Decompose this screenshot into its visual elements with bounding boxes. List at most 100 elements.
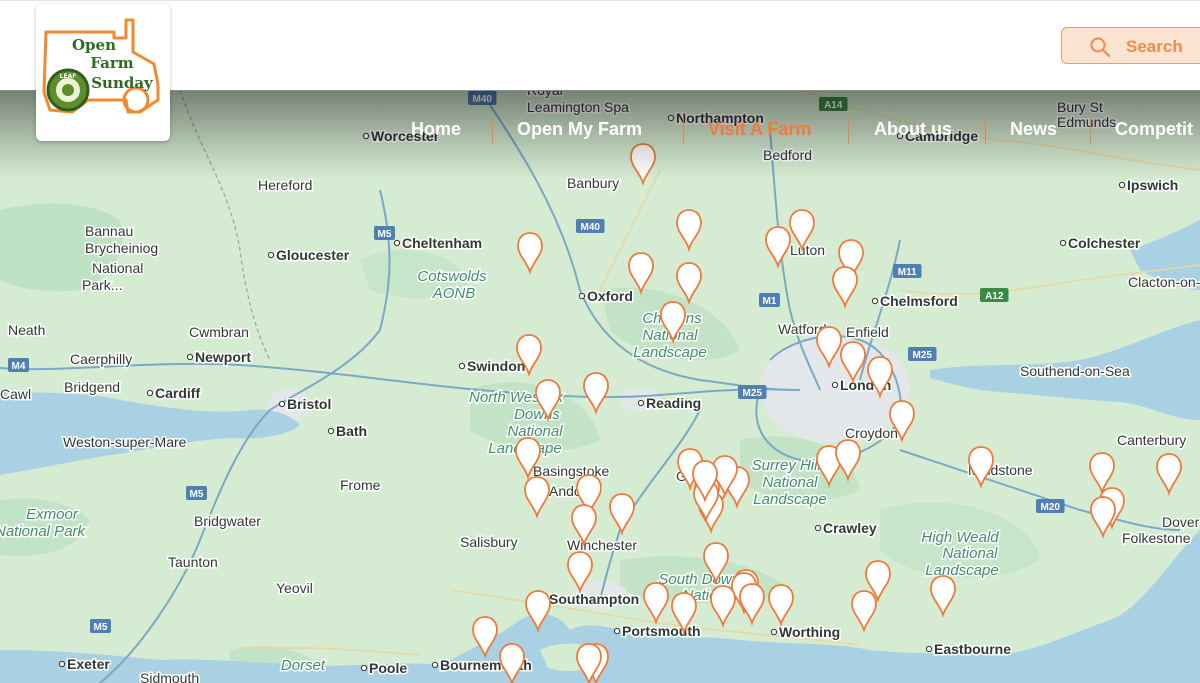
- place-label: Cawl: [0, 386, 31, 402]
- place-label: National: [92, 260, 143, 276]
- top-bar: [0, 0, 1200, 91]
- road-shield-label: M20: [1041, 502, 1061, 513]
- road-shield-label: A12: [985, 291, 1004, 302]
- place-label: Gloucester: [276, 247, 350, 263]
- place-label: National: [942, 545, 998, 562]
- place-label: Ipswich: [1127, 177, 1178, 193]
- place-label: Neath: [8, 322, 45, 338]
- place-dot: [186, 353, 194, 361]
- nav-open-my-farm[interactable]: Open My Farm: [517, 119, 642, 140]
- place-label: Newport: [195, 349, 251, 365]
- road-shield-label: M25: [743, 388, 763, 399]
- place-label: Enfield: [846, 324, 889, 340]
- place-label: Basingstoke: [533, 463, 609, 479]
- nav-about-us[interactable]: About us: [874, 119, 952, 140]
- place-dot: [770, 628, 778, 636]
- place-label: National: [507, 423, 563, 440]
- logo-badge-text: LEAF: [60, 73, 77, 80]
- place-label: Southend-on-Sea: [1020, 363, 1130, 379]
- place-label: Taunton: [168, 554, 218, 570]
- nav-separator: [492, 118, 493, 144]
- place-label: Reading: [646, 395, 701, 411]
- place-dot: [578, 292, 586, 300]
- place-dot: [613, 627, 621, 635]
- logo[interactable]: Open Farm Sunday LEAF: [36, 4, 170, 141]
- place-label: Dover: [1162, 514, 1200, 530]
- place-label: Yeovil: [276, 580, 313, 596]
- place-label: Poole: [369, 660, 407, 676]
- place-label: Weston-super-Mare: [63, 434, 187, 450]
- place-label: Portsmouth: [622, 623, 701, 639]
- place-dot: [58, 660, 66, 668]
- nav-separator: [985, 118, 986, 144]
- place-label: Southampton: [549, 591, 639, 607]
- place-label: Crawley: [823, 520, 877, 536]
- place-dot: [431, 661, 439, 669]
- place-label: National: [762, 474, 818, 491]
- logo-line-sunday: Sunday: [91, 74, 154, 92]
- place-label: Winchester: [567, 537, 637, 553]
- place-label: Salisbury: [460, 534, 518, 550]
- place-label: Canterbury: [1117, 432, 1186, 448]
- place-dot: [360, 664, 368, 672]
- place-label: Hereford: [258, 177, 312, 193]
- place-label: Bridgend: [64, 379, 120, 395]
- nav-home[interactable]: Home: [411, 119, 461, 140]
- place-label: Brycheiniog: [85, 240, 158, 256]
- place-label: Colchester: [1068, 235, 1141, 251]
- place-label: AONB: [432, 285, 476, 302]
- place-label: Bridgwater: [194, 513, 261, 529]
- place-dot: [327, 427, 335, 435]
- place-label: Luton: [790, 242, 825, 258]
- place-label: Eastbourne: [934, 641, 1011, 657]
- nav-competitions[interactable]: Competit: [1115, 119, 1193, 140]
- farm-map[interactable]: M40 A14 M5 M40 M11 A12 M1 M4 M25 M25 M5 M20 M5 Royal…: [0, 90, 1200, 683]
- place-label: Exmoor: [26, 506, 79, 523]
- place-label: Landscape: [753, 491, 826, 508]
- place-dot: [267, 251, 275, 259]
- place-label: Oxford: [587, 288, 633, 304]
- place-label: Bannau: [85, 223, 133, 239]
- nav-separator: [848, 118, 849, 144]
- place-label: Landscape: [633, 344, 706, 361]
- nav-news[interactable]: News: [1010, 119, 1057, 140]
- place-label: Cwmbran: [189, 324, 249, 340]
- place-dot: [637, 399, 645, 407]
- main-nav: Home Open My Farm Visit A Farm About us …: [0, 90, 1200, 170]
- place-label: High Weald: [921, 529, 999, 546]
- place-dot: [393, 239, 401, 247]
- place-label: Folkestone: [1122, 530, 1191, 546]
- place-label: Exeter: [67, 656, 110, 672]
- place-dot: [1118, 181, 1126, 189]
- place-dot: [1059, 239, 1067, 247]
- place-label: Croydon: [845, 425, 898, 441]
- open-farm-sunday-logo: Open Farm Sunday LEAF: [42, 18, 160, 114]
- road-shield-label: M5: [378, 229, 392, 240]
- place-dot: [278, 400, 286, 408]
- nav-separator: [1090, 118, 1091, 144]
- place-dot: [146, 389, 154, 397]
- place-label: Chelmsford: [880, 293, 958, 309]
- search-button-label: Search: [1126, 37, 1183, 56]
- road-shield-label: M5: [94, 622, 108, 633]
- place-dot: [871, 297, 879, 305]
- place-label: Cardiff: [155, 385, 200, 401]
- place-label: Caerphilly: [70, 351, 132, 367]
- place-label: Worthing: [779, 624, 840, 640]
- place-label: Sidmouth: [140, 670, 199, 683]
- nav-separator: [683, 118, 684, 144]
- road-shield-label: M25: [913, 350, 933, 361]
- road-shield-label: M40: [581, 222, 601, 233]
- road-shield-label: M1: [763, 296, 777, 307]
- place-label: Park...: [82, 277, 122, 293]
- place-label: Banbury: [567, 175, 619, 191]
- place-dot: [814, 524, 822, 532]
- place-label: Cotswolds: [417, 268, 487, 285]
- search-button[interactable]: Search: [1061, 27, 1200, 64]
- road-shield-label: M4: [12, 361, 26, 372]
- place-label: Landscape: [925, 562, 998, 579]
- road-shield-label: M11: [898, 267, 917, 278]
- nav-visit-a-farm[interactable]: Visit A Farm: [708, 119, 811, 140]
- place-label: Dorset: [281, 657, 326, 674]
- place-label: Bristol: [287, 396, 331, 412]
